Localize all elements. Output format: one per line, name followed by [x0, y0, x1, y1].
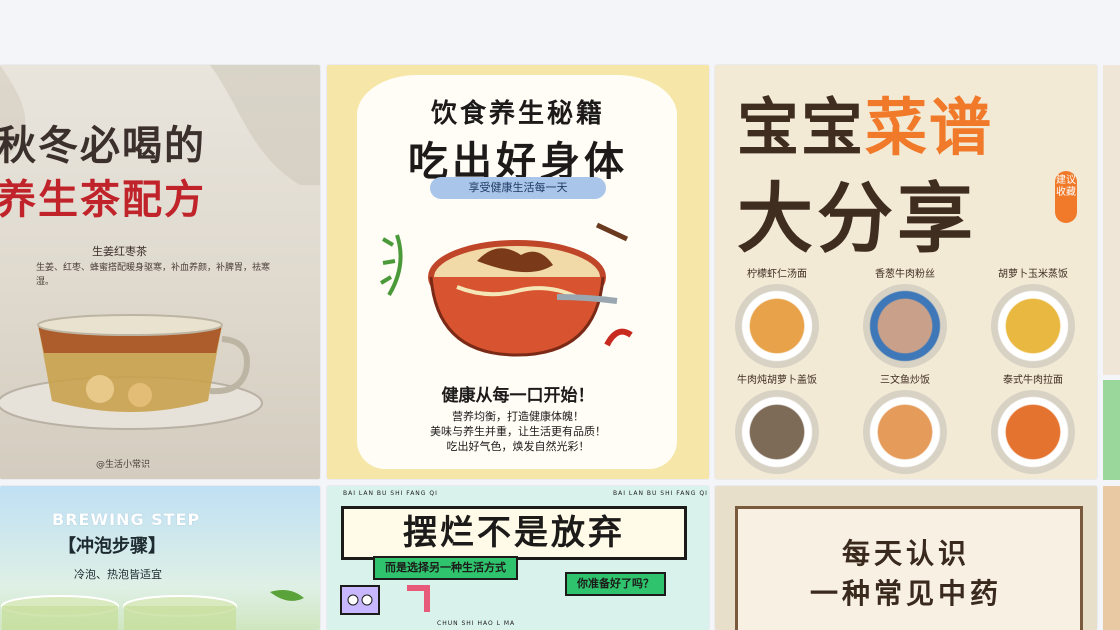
tagline-pill: 享受健康生活每一天	[430, 177, 606, 199]
small-caption-left: BAI LAN BU SHI FANG QI	[343, 490, 438, 497]
card-title-line1: 秋冬必喝的	[0, 123, 206, 169]
card-subtitle: 冷泡、热泡皆适宜	[74, 568, 162, 581]
template-card-tea[interactable]: 秋冬必喝的 养生茶配方 生姜红枣茶 生姜、红枣、蜂蜜搭配暖身驱寒，补血养颜，补脾…	[0, 65, 320, 479]
card-title-line2: 养生茶配方	[0, 177, 206, 223]
card-title-line1: 每天认识	[841, 537, 970, 570]
small-caption-right: BAI LAN BU SHI FANG QI	[613, 490, 708, 497]
dish-item: 胡萝卜玉米蒸饭	[981, 265, 1085, 368]
dish-item: 香葱牛肉粉丝	[853, 265, 957, 368]
doodle-decoration	[340, 585, 430, 615]
partial-card-right-2[interactable]	[1103, 380, 1120, 480]
dish-label: 香葱牛肉粉丝	[875, 269, 935, 280]
small-caption-bottom: CHUN SHI HAO L MA	[437, 620, 516, 627]
card-title-en: BREWING STEP	[52, 510, 201, 529]
noodle-bowl-illustration	[379, 222, 633, 357]
dish-bowl	[863, 390, 947, 474]
card-title-line2: 一种常见中药	[809, 577, 1002, 610]
card-slogan: 健康从每一口开始！	[441, 386, 595, 406]
dish-label: 三文鱼炒饭	[880, 375, 930, 386]
template-card-baby-recipes[interactable]: 宝宝菜谱 大分享 建议收藏 柠檬虾仁汤面 香葱牛肉粉丝 胡萝卜玉米蒸饭 牛肉炖胡…	[715, 65, 1097, 479]
title-word-recipes: 菜谱	[865, 91, 994, 164]
dish-bowl	[735, 284, 819, 368]
tag-green-1: 而是选择另一种生活方式	[373, 556, 518, 580]
card-title-zh: 【冲泡步骤】	[58, 536, 166, 557]
card-title-bottom: 大分享	[737, 174, 977, 263]
glass-cups-illustration	[1, 590, 304, 630]
dish-bowl	[863, 284, 947, 368]
teacup-illustration	[0, 314, 263, 430]
dish-label: 泰式牛肉拉面	[1003, 375, 1063, 386]
template-card-chinese-medicine[interactable]: 每天认识 一种常见中药	[715, 486, 1097, 630]
template-card-diet[interactable]: 饮食养生秘籍 吃出好身体 享受健康生活每一天 健康从每一口开始！ 营养均衡，打造…	[327, 65, 709, 479]
dish-item: 三文鱼炒饭	[853, 371, 957, 474]
template-card-not-giving-up[interactable]: BAI LAN BU SHI FANG QI BAI LAN BU SHI FA…	[327, 486, 709, 630]
title-word-baby: 宝宝	[737, 91, 866, 164]
bookmark-tag: 建议收藏	[1055, 171, 1077, 223]
top-bar	[0, 0, 1120, 64]
card-subtitle: 生姜红枣茶	[92, 245, 147, 258]
body-line-3: 吃出好气色，焕发自然光彩！	[446, 440, 590, 453]
card-body-lines: 营养均衡，打造健康体魄！ 美味与养生并重，让生活更有品质！ 吃出好气色，焕发自然…	[327, 409, 709, 454]
dish-label: 柠檬虾仁汤面	[747, 269, 807, 280]
card-description: 生姜、红枣、蜂蜜搭配暖身驱寒，补血养颜，补脾胃，祛寒湿。	[36, 263, 271, 287]
author-handle: @生活小常识	[96, 460, 151, 470]
partial-card-right-3[interactable]	[1103, 486, 1120, 630]
dish-label: 胡萝卜玉米蒸饭	[998, 269, 1068, 280]
dish-item: 泰式牛肉拉面	[981, 371, 1085, 474]
body-line-2: 美味与养生并重，让生活更有品质！	[430, 425, 606, 438]
dish-bowl	[991, 390, 1075, 474]
template-card-brewing[interactable]: BREWING STEP 【冲泡步骤】 冷泡、热泡皆适宜	[0, 486, 320, 630]
dish-bowl	[735, 390, 819, 474]
dish-bowl	[991, 284, 1075, 368]
card-title: 摆烂不是放弃	[341, 506, 687, 560]
partial-card-right-1[interactable]	[1103, 65, 1120, 375]
body-line-1: 营养均衡，打造健康体魄！	[452, 410, 584, 423]
card-heading-1: 饮食养生秘籍	[430, 99, 605, 129]
dish-item: 牛肉炖胡萝卜盖饭	[725, 371, 829, 474]
dish-item: 柠檬虾仁汤面	[725, 265, 829, 368]
dish-label: 牛肉炖胡萝卜盖饭	[737, 375, 817, 386]
card-title-top: 宝宝菜谱	[737, 77, 993, 167]
